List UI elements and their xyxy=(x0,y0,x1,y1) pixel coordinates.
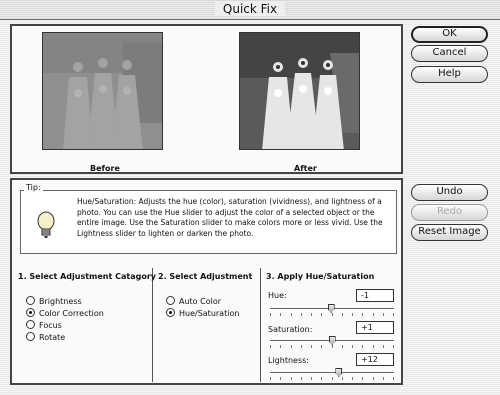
radio-color-correction[interactable]: Color Correction xyxy=(26,308,104,319)
lightness-slider-track[interactable] xyxy=(270,372,394,374)
lightness-slider-ticks xyxy=(270,377,394,381)
slider-tick xyxy=(352,345,353,348)
redo-button: Redo xyxy=(411,204,488,221)
title-bar: Quick Fix xyxy=(0,0,500,20)
slider-tick xyxy=(270,313,271,316)
slider-tick xyxy=(301,377,302,380)
before-label: Before xyxy=(90,164,120,173)
slider-tick xyxy=(291,377,292,380)
adjustment-heading: 2. Select Adjustment xyxy=(158,272,253,281)
slider-tick xyxy=(393,377,394,380)
slider-tick xyxy=(342,377,343,380)
undo-button[interactable]: Undo xyxy=(411,184,488,201)
cancel-button[interactable]: Cancel xyxy=(411,45,488,62)
saturation-label: Saturation: xyxy=(268,325,313,334)
radio-button[interactable] xyxy=(166,296,175,305)
radio-button[interactable] xyxy=(26,320,35,329)
reset-image-button[interactable]: Reset Image xyxy=(411,224,488,241)
hue-slider-thumb[interactable] xyxy=(327,304,335,313)
slider-tick xyxy=(373,345,374,348)
tip-text: Hue/Saturation: Adjusts the hue (color),… xyxy=(77,197,383,238)
category-heading: 1. Select Adjustment Catagory xyxy=(18,272,156,281)
slider-tick xyxy=(280,377,281,380)
slider-tick xyxy=(311,345,312,348)
slider-tick xyxy=(270,345,271,348)
radio-hue-saturation[interactable]: Hue/Saturation xyxy=(166,308,239,319)
slider-tick xyxy=(321,313,322,316)
column-divider xyxy=(260,268,261,382)
slider-tick xyxy=(332,377,333,380)
slider-tick xyxy=(280,345,281,348)
slider-tick xyxy=(301,345,302,348)
radio-brightness[interactable]: Brightness xyxy=(26,296,82,307)
before-photo xyxy=(42,32,163,150)
preview-panel: Before After xyxy=(10,24,403,174)
tip-legend: Tip: xyxy=(24,183,43,192)
saturation-value-field[interactable]: +1 xyxy=(356,321,394,334)
slider-tick xyxy=(280,313,281,316)
slider-tick xyxy=(393,345,394,348)
slider-tick xyxy=(332,345,333,348)
radio-rotate[interactable]: Rotate xyxy=(26,332,65,343)
slider-tick xyxy=(321,377,322,380)
after-photo xyxy=(239,32,360,150)
radio-button[interactable] xyxy=(26,308,35,317)
slider-tick xyxy=(352,313,353,316)
slider-tick xyxy=(383,345,384,348)
slider-tick xyxy=(393,313,394,316)
slider-tick xyxy=(362,377,363,380)
slider-tick xyxy=(311,377,312,380)
slider-tick xyxy=(270,377,271,380)
radio-focus[interactable]: Focus xyxy=(26,320,62,331)
column-divider xyxy=(152,268,153,382)
slider-tick xyxy=(291,313,292,316)
slider-tick xyxy=(362,345,363,348)
lightness-value-field[interactable]: +12 xyxy=(356,353,394,366)
slider-tick xyxy=(342,345,343,348)
hue-value-field[interactable]: -1 xyxy=(356,289,394,302)
slider-tick xyxy=(311,313,312,316)
adjustment-panel: Hue/Saturation: Adjusts the hue (color),… xyxy=(10,178,403,385)
slider-tick xyxy=(362,313,363,316)
lightness-slider-thumb[interactable] xyxy=(335,368,343,377)
lightness-label: Lightness: xyxy=(268,356,309,365)
hue-slider-ticks xyxy=(270,313,394,317)
slider-tick xyxy=(373,313,374,316)
slider-tick xyxy=(291,345,292,348)
slider-tick xyxy=(332,313,333,316)
help-button[interactable]: Help xyxy=(411,66,488,83)
saturation-slider-ticks xyxy=(270,345,394,349)
window-title: Quick Fix xyxy=(0,2,500,16)
radio-auto-color[interactable]: Auto Color xyxy=(166,296,221,307)
slider-tick xyxy=(383,313,384,316)
slider-tick xyxy=(373,377,374,380)
tip-box: Hue/Saturation: Adjusts the hue (color),… xyxy=(20,190,397,254)
radio-button[interactable] xyxy=(166,308,175,317)
slider-tick xyxy=(352,377,353,380)
apply-heading: 3. Apply Hue/Saturation xyxy=(266,272,375,281)
slider-tick xyxy=(301,313,302,316)
hue-label: Hue: xyxy=(268,291,287,300)
slider-tick xyxy=(383,377,384,380)
saturation-slider-thumb[interactable] xyxy=(328,336,336,345)
slider-tick xyxy=(342,313,343,316)
radio-button[interactable] xyxy=(26,296,35,305)
ok-button[interactable]: OK xyxy=(411,26,488,43)
after-label: After xyxy=(294,164,317,173)
slider-tick xyxy=(321,345,322,348)
radio-button[interactable] xyxy=(26,332,35,341)
lightbulb-icon xyxy=(35,211,57,243)
